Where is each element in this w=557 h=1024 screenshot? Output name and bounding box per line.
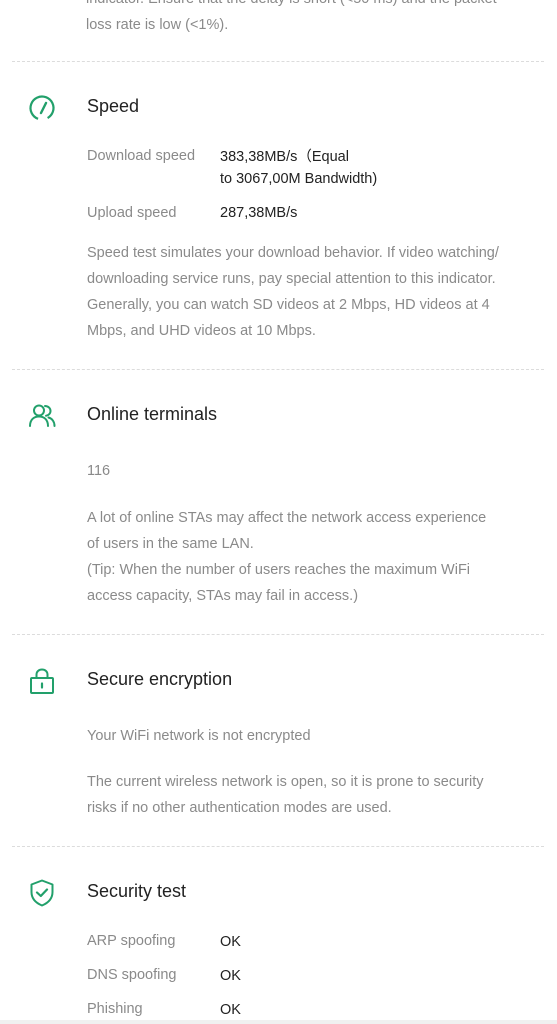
description-line: Generally, you can watch SD videos at 2 … <box>87 297 490 313</box>
description-line: Speed test simulates your download behav… <box>87 245 499 261</box>
description-line: The current wireless network is open, so… <box>87 774 484 790</box>
upload-speed-label: Upload speed <box>87 205 177 221</box>
users-icon <box>29 404 56 427</box>
previous-section-description: indicator. Ensure that the delay is shor… <box>86 0 526 38</box>
speed-section-header: Speed <box>0 88 557 128</box>
description-line: access capacity, STAs may fail in access… <box>87 588 359 604</box>
section-title: Security test <box>87 881 187 901</box>
phishing-label: Phishing <box>87 1001 143 1017</box>
lock-icon <box>30 668 54 694</box>
phishing-value: OK <box>220 1002 241 1018</box>
section-title: Online terminals <box>87 404 218 424</box>
section-title: Secure encryption <box>87 669 233 689</box>
dns-spoofing-label: DNS spoofing <box>87 967 177 983</box>
description-line: of users in the same LAN. <box>87 536 254 552</box>
terminals-section-header: Online terminals <box>0 396 557 436</box>
bottom-edge <box>0 1020 557 1024</box>
shield-check-icon <box>30 879 54 907</box>
arp-spoofing-label: ARP spoofing <box>87 933 176 949</box>
encryption-status: Your WiFi network is not encrypted <box>87 728 311 744</box>
divider <box>12 634 544 635</box>
description-line: downloading service runs, pay special at… <box>87 271 496 287</box>
divider <box>12 61 544 62</box>
download-speed-label: Download speed <box>87 148 196 164</box>
description-line: indicator. Ensure that the delay is shor… <box>86 0 526 12</box>
description-line: risks if no other authentication modes a… <box>87 800 392 816</box>
description-line: A lot of online STAs may affect the netw… <box>87 510 487 526</box>
download-speed-value-line: 383,38MB/s（Equal <box>220 149 349 165</box>
network-check-results: indicator. Ensure that the delay is shor… <box>0 0 557 1024</box>
divider <box>12 369 544 370</box>
encryption-description: The current wireless network is open, so… <box>87 769 535 821</box>
section-title: Speed <box>87 96 140 116</box>
speed-description: Speed test simulates your download behav… <box>87 240 535 344</box>
upload-speed-value: 287,38MB/s <box>220 205 298 221</box>
terminal-count: 116 <box>87 463 111 479</box>
description-line: Mbps, and UHD videos at 10 Mbps. <box>87 323 316 339</box>
download-speed-value: 383,38MB/s（Equal to 3067,00M Bandwidth) <box>220 146 377 190</box>
download-speed-value-line: to 3067,00M Bandwidth) <box>220 171 378 187</box>
encryption-section-header: Secure encryption <box>0 661 557 701</box>
arp-spoofing-value: OK <box>220 934 241 950</box>
divider <box>12 846 544 847</box>
security-test-section-header: Security test <box>0 873 557 913</box>
terminals-description: A lot of online STAs may affect the netw… <box>87 505 535 609</box>
speedometer-icon <box>29 95 55 121</box>
dns-spoofing-value: OK <box>220 968 241 984</box>
description-line: (Tip: When the number of users reaches t… <box>87 562 471 578</box>
description-line: loss rate is low (<1%). <box>86 17 229 33</box>
